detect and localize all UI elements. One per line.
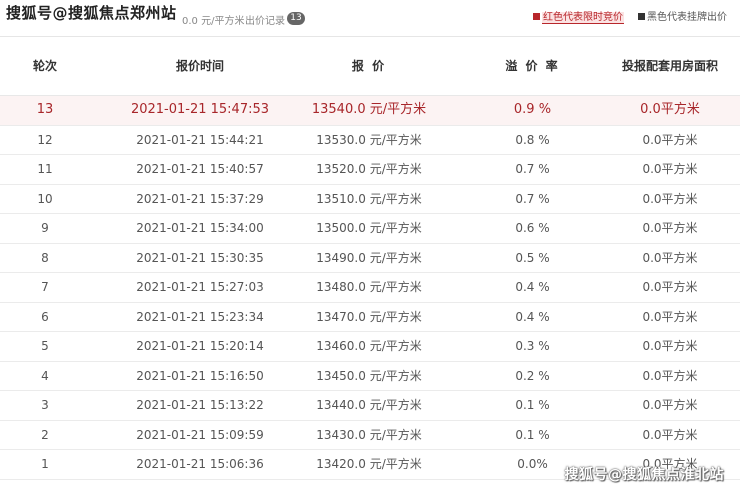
column-header-time: 报价时间 — [175, 59, 224, 73]
cell-time: 2021-01-21 15:27:03 — [136, 280, 264, 294]
cell-area: 0.0平方米 — [642, 132, 698, 147]
legend-listed-bid-label: 黑色代表挂牌出价 — [647, 12, 727, 23]
cell-area: 0.0平方米 — [642, 398, 698, 412]
cell-time: 2021-01-21 15:09:59 — [136, 427, 264, 442]
cell-premium: 0.6 % — [515, 221, 550, 235]
cell-area: 0.0平方米 — [642, 191, 698, 206]
cell-price: 13470.0 元/平方米 — [316, 309, 422, 324]
cell-time: 2021-01-21 15:13:22 — [136, 398, 264, 412]
cell-round: 4 — [41, 368, 49, 383]
cell-area: 0.0平方米 — [642, 339, 698, 353]
table-row: 8 2021-01-21 15:30:35 13490.0 元/平方米 0.5 … — [0, 244, 740, 273]
cell-premium: 0.4 % — [515, 280, 550, 294]
cell-premium: 0.7 % — [515, 162, 550, 176]
black-square-icon — [638, 13, 645, 20]
cell-price: 13510.0 元/平方米 — [316, 191, 422, 206]
cell-time: 2021-01-21 15:34:00 — [136, 221, 264, 235]
cell-round: 2 — [41, 427, 49, 442]
bid-table-body: 13 2021-01-21 15:47:53 13540.0 元/平方米 0.9… — [0, 96, 740, 480]
legend-listed-bid: 黑色代表挂牌出价 — [638, 12, 727, 24]
cell-price: 13440.0 元/平方米 — [316, 398, 422, 412]
cell-round: 6 — [41, 309, 49, 324]
bid-record-label[interactable]: 出价记录 — [245, 12, 285, 27]
cell-premium: 0.1 % — [515, 427, 550, 442]
cell-round: 7 — [41, 280, 49, 294]
cell-time: 2021-01-21 15:30:35 — [136, 250, 264, 265]
cell-premium: 0.9 % — [513, 102, 552, 117]
cell-round: 3 — [41, 398, 49, 412]
column-header-premium: 溢 价 率 — [505, 59, 560, 73]
cell-time: 2021-01-21 15:23:34 — [136, 309, 264, 324]
cell-price: 13490.0 元/平方米 — [316, 250, 422, 265]
legend-timed-bid-label: 红色代表限时竞价 — [542, 12, 624, 24]
cell-price: 13520.0 元/平方米 — [316, 162, 422, 176]
cell-area: 0.0平方米 — [642, 368, 698, 383]
cell-area: 0.0平方米 — [642, 162, 698, 176]
column-header-area: 投报配套用房面积 — [621, 59, 718, 73]
table-row: 9 2021-01-21 15:34:00 13500.0 元/平方米 0.6 … — [0, 214, 740, 244]
table-row: 10 2021-01-21 15:37:29 13510.0 元/平方米 0.7… — [0, 185, 740, 214]
cell-price: 13530.0 元/平方米 — [316, 132, 422, 147]
cell-time: 2021-01-21 15:44:21 — [136, 132, 264, 147]
cell-round: 11 — [37, 162, 53, 176]
cell-area: 0.0平方米 — [642, 309, 698, 324]
title-watermark: 搜狐号@搜狐焦点郑州站 — [6, 4, 177, 22]
cell-price: 13420.0 元/平方米 — [316, 457, 422, 471]
cell-premium: 0.1 % — [515, 398, 550, 412]
table-row: 6 2021-01-21 15:23:34 13470.0 元/平方米 0.4 … — [0, 303, 740, 332]
cell-premium: 0.4 % — [515, 309, 550, 324]
legend-timed-bid: 红色代表限时竞价 — [533, 12, 624, 24]
cell-premium: 0.3 % — [515, 339, 550, 353]
table-row: 4 2021-01-21 15:16:50 13450.0 元/平方米 0.2 … — [0, 362, 740, 391]
table-header: 轮次 报价时间 报 价 溢 价 率 投报配套用房面积 — [0, 52, 740, 80]
top-bar: 搜狐号@搜狐焦点郑州站 0.0 元/平方米 出价记录 13 红色代表限时竞价 黑… — [0, 0, 740, 37]
bid-count-badge: 13 — [287, 12, 305, 25]
cell-price: 13430.0 元/平方米 — [316, 427, 422, 442]
cell-premium: 0.8 % — [515, 132, 550, 147]
table-row: 7 2021-01-21 15:27:03 13480.0 元/平方米 0.4 … — [0, 273, 740, 303]
table-row: 2 2021-01-21 15:09:59 13430.0 元/平方米 0.1 … — [0, 421, 740, 450]
cell-area: 0.0平方米 — [640, 102, 700, 117]
cell-round: 12 — [37, 132, 53, 147]
cell-area: 0.0平方米 — [642, 221, 698, 235]
table-row: 12 2021-01-21 15:44:21 13530.0 元/平方米 0.8… — [0, 126, 740, 155]
cell-premium: 0.2 % — [515, 368, 550, 383]
cell-area: 0.0平方米 — [642, 427, 698, 442]
cell-round: 1 — [41, 457, 49, 471]
cell-round: 5 — [41, 339, 49, 353]
cell-time: 2021-01-21 15:06:36 — [136, 457, 264, 471]
cell-premium: 0.5 % — [515, 250, 550, 265]
column-header-round: 轮次 — [32, 59, 57, 73]
table-row: 5 2021-01-21 15:20:14 13460.0 元/平方米 0.3 … — [0, 332, 740, 362]
watermark: 搜狐号@搜狐焦点淮北站 — [564, 467, 724, 483]
cell-time: 2021-01-21 15:20:14 — [136, 339, 264, 353]
cell-price: 13460.0 元/平方米 — [316, 339, 422, 353]
cell-time: 2021-01-21 15:37:29 — [136, 191, 264, 206]
cell-premium: 0.7 % — [515, 191, 550, 206]
cell-round: 9 — [41, 221, 49, 235]
table-row: 13 2021-01-21 15:47:53 13540.0 元/平方米 0.9… — [0, 96, 740, 126]
cell-round: 10 — [37, 191, 53, 206]
cell-round: 13 — [36, 102, 54, 117]
column-header-price: 报 价 — [351, 59, 387, 73]
cell-price: 13540.0 元/平方米 — [311, 102, 427, 117]
cell-time: 2021-01-21 15:47:53 — [130, 102, 270, 117]
cell-price: 13450.0 元/平方米 — [316, 368, 422, 383]
table-row: 3 2021-01-21 15:13:22 13440.0 元/平方米 0.1 … — [0, 391, 740, 421]
current-price-fragment: 0.0 元/平方米 — [182, 16, 245, 27]
cell-area: 0.0平方米 — [642, 250, 698, 265]
cell-time: 2021-01-21 15:16:50 — [136, 368, 264, 383]
table-row: 11 2021-01-21 15:40:57 13520.0 元/平方米 0.7… — [0, 155, 740, 185]
cell-area: 0.0平方米 — [642, 280, 698, 294]
cell-price: 13500.0 元/平方米 — [316, 221, 422, 235]
cell-price: 13480.0 元/平方米 — [316, 280, 422, 294]
red-square-icon — [533, 13, 540, 20]
cell-round: 8 — [41, 250, 49, 265]
cell-time: 2021-01-21 15:40:57 — [136, 162, 264, 176]
